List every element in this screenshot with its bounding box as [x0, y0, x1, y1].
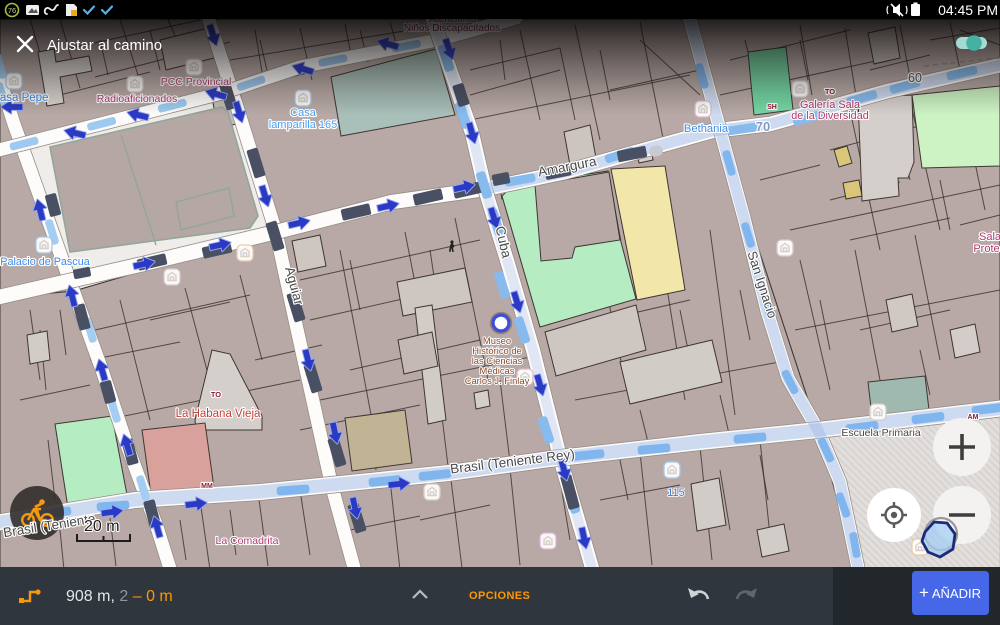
svg-text:76: 76: [8, 6, 16, 15]
svg-text:MM: MM: [201, 483, 213, 490]
svg-text:Bethania: Bethania: [684, 123, 729, 135]
svg-text:Ajustar al camino: Ajustar al camino: [47, 37, 162, 54]
svg-text:La Comadrita: La Comadrita: [215, 535, 278, 547]
svg-text:+ AÑADIR: + AÑADIR: [919, 583, 981, 602]
svg-text:908 m, 2 – 0 m: 908 m, 2 – 0 m: [66, 588, 173, 605]
svg-text:La Habana Vieja: La Habana Vieja: [176, 408, 261, 420]
svg-text:20 m: 20 m: [84, 518, 120, 535]
svg-text:lamparilla 165: lamparilla 165: [269, 119, 337, 131]
svg-text:Carlos J. Finlay: Carlos J. Finlay: [465, 375, 530, 386]
svg-text:Sala: Sala: [979, 231, 1000, 243]
svg-text:70: 70: [756, 119, 770, 134]
svg-text:Escuela Primaria: Escuela Primaria: [841, 427, 921, 439]
svg-text:115: 115: [667, 487, 685, 499]
svg-text:04:45 PM: 04:45 PM: [938, 2, 998, 18]
svg-text:TO: TO: [211, 390, 221, 399]
svg-text:Palacio de Pascua: Palacio de Pascua: [0, 256, 89, 268]
svg-text:OPCIONES: OPCIONES: [469, 590, 530, 602]
svg-text:Protecc: Protecc: [973, 243, 1000, 255]
